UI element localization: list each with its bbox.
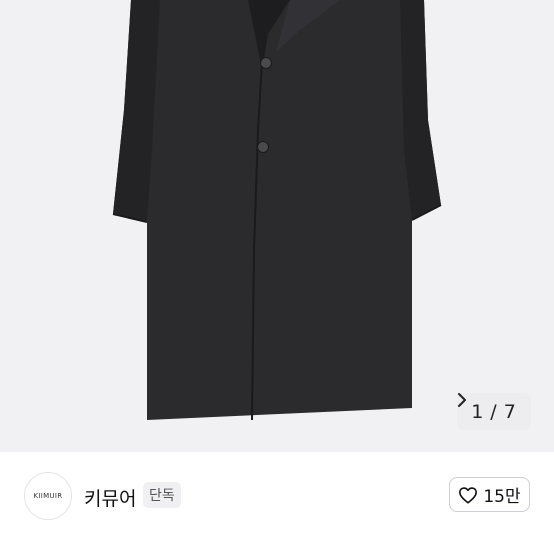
heart-outline-icon <box>459 486 478 504</box>
coat-product-image <box>112 0 442 421</box>
like-button[interactable]: 15만 <box>449 477 530 512</box>
total-pages: 7 <box>503 400 517 423</box>
brand-logo-text: KIIMUIR <box>33 492 63 500</box>
page-separator: / <box>490 400 498 423</box>
brand-info-bar: KIIMUIR 키뮤어 단독 15만 <box>0 452 554 554</box>
current-page: 1 <box>471 400 485 423</box>
like-count: 15만 <box>483 487 521 507</box>
chevron-right-icon[interactable] <box>457 393 467 407</box>
image-page-counter[interactable]: 1 / 7 <box>457 393 531 430</box>
brand-logo[interactable]: KIIMUIR <box>24 472 72 520</box>
brand-name[interactable]: 키뮤어 <box>84 484 136 511</box>
exclusive-badge: 단독 <box>143 482 181 508</box>
product-image-gallery[interactable]: 1 / 7 <box>0 0 554 452</box>
